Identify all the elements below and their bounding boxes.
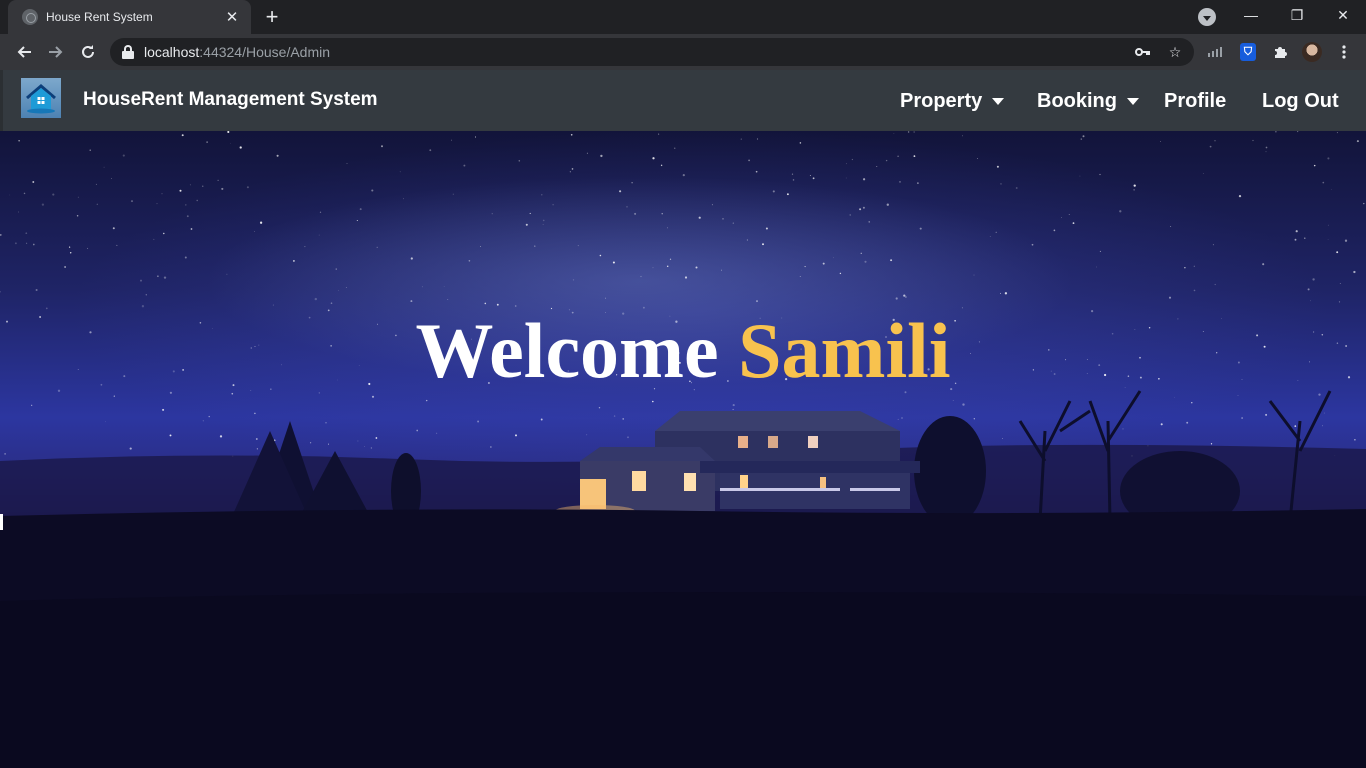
key-icon[interactable]: [1134, 43, 1152, 61]
lock-icon[interactable]: [122, 45, 134, 59]
nav-booking-dropdown[interactable]: Booking: [1037, 90, 1139, 113]
brand-title[interactable]: HouseRent Management System: [83, 89, 378, 111]
tab-title: House Rent System: [46, 10, 153, 24]
close-icon[interactable]: ✕: [223, 8, 241, 26]
nav-profile-label: Profile: [1164, 90, 1227, 112]
nav-logout-label: Log Out: [1262, 90, 1339, 112]
restore-button[interactable]: ❐: [1274, 0, 1320, 30]
nav-profile-link[interactable]: Profile: [1164, 90, 1226, 113]
caret-down-icon: [992, 98, 1005, 105]
nav-booking-label: Booking: [1037, 90, 1117, 112]
night-house-scene: [0, 390, 1366, 768]
page-content: HouseRent Management System Property Boo…: [0, 70, 1366, 768]
puzzle-icon[interactable]: [1270, 42, 1290, 62]
avatar[interactable]: [1302, 42, 1322, 62]
welcome-heading: Welcome Samili: [0, 312, 1366, 390]
edge-marker: [0, 514, 3, 530]
star-icon[interactable]: ☆: [1166, 43, 1184, 61]
nav-property-dropdown[interactable]: Property: [900, 90, 1005, 113]
back-arrow-icon[interactable]: [10, 38, 38, 66]
url-path: :44324/House/Admin: [199, 44, 331, 60]
address-bar[interactable]: localhost:44324/House/Admin ☆: [110, 38, 1194, 66]
url-host: localhost: [144, 44, 200, 60]
welcome-greeting: Welcome: [415, 307, 719, 394]
minimize-button[interactable]: —: [1228, 0, 1274, 30]
welcome-username: Samili: [738, 307, 951, 394]
reload-icon[interactable]: [74, 38, 102, 66]
nav-property-label: Property: [900, 90, 983, 112]
plus-icon[interactable]: +: [260, 4, 284, 29]
site-navbar: HouseRent Management System Property Boo…: [0, 70, 1366, 131]
bitwarden-icon[interactable]: ⛉: [1240, 43, 1256, 61]
hero-banner: Welcome Samili: [0, 131, 1366, 768]
house-logo-icon[interactable]: [21, 78, 61, 118]
forward-arrow-icon[interactable]: [42, 38, 70, 66]
globe-icon: [22, 9, 38, 25]
browser-tab[interactable]: House Rent System ✕: [8, 0, 251, 34]
metrics-icon[interactable]: [1206, 42, 1226, 62]
close-window-button[interactable]: ✕: [1320, 0, 1366, 30]
kebab-menu-icon[interactable]: [1334, 42, 1354, 62]
caret-down-icon: [1127, 98, 1139, 105]
nav-logout-link[interactable]: Log Out: [1262, 90, 1339, 113]
browser-toolbar: localhost:44324/House/Admin ☆ ⛉: [0, 34, 1366, 70]
browser-tabstrip: House Rent System ✕ + — ❐ ✕: [0, 0, 1366, 34]
tab-search-icon[interactable]: [1198, 8, 1216, 26]
